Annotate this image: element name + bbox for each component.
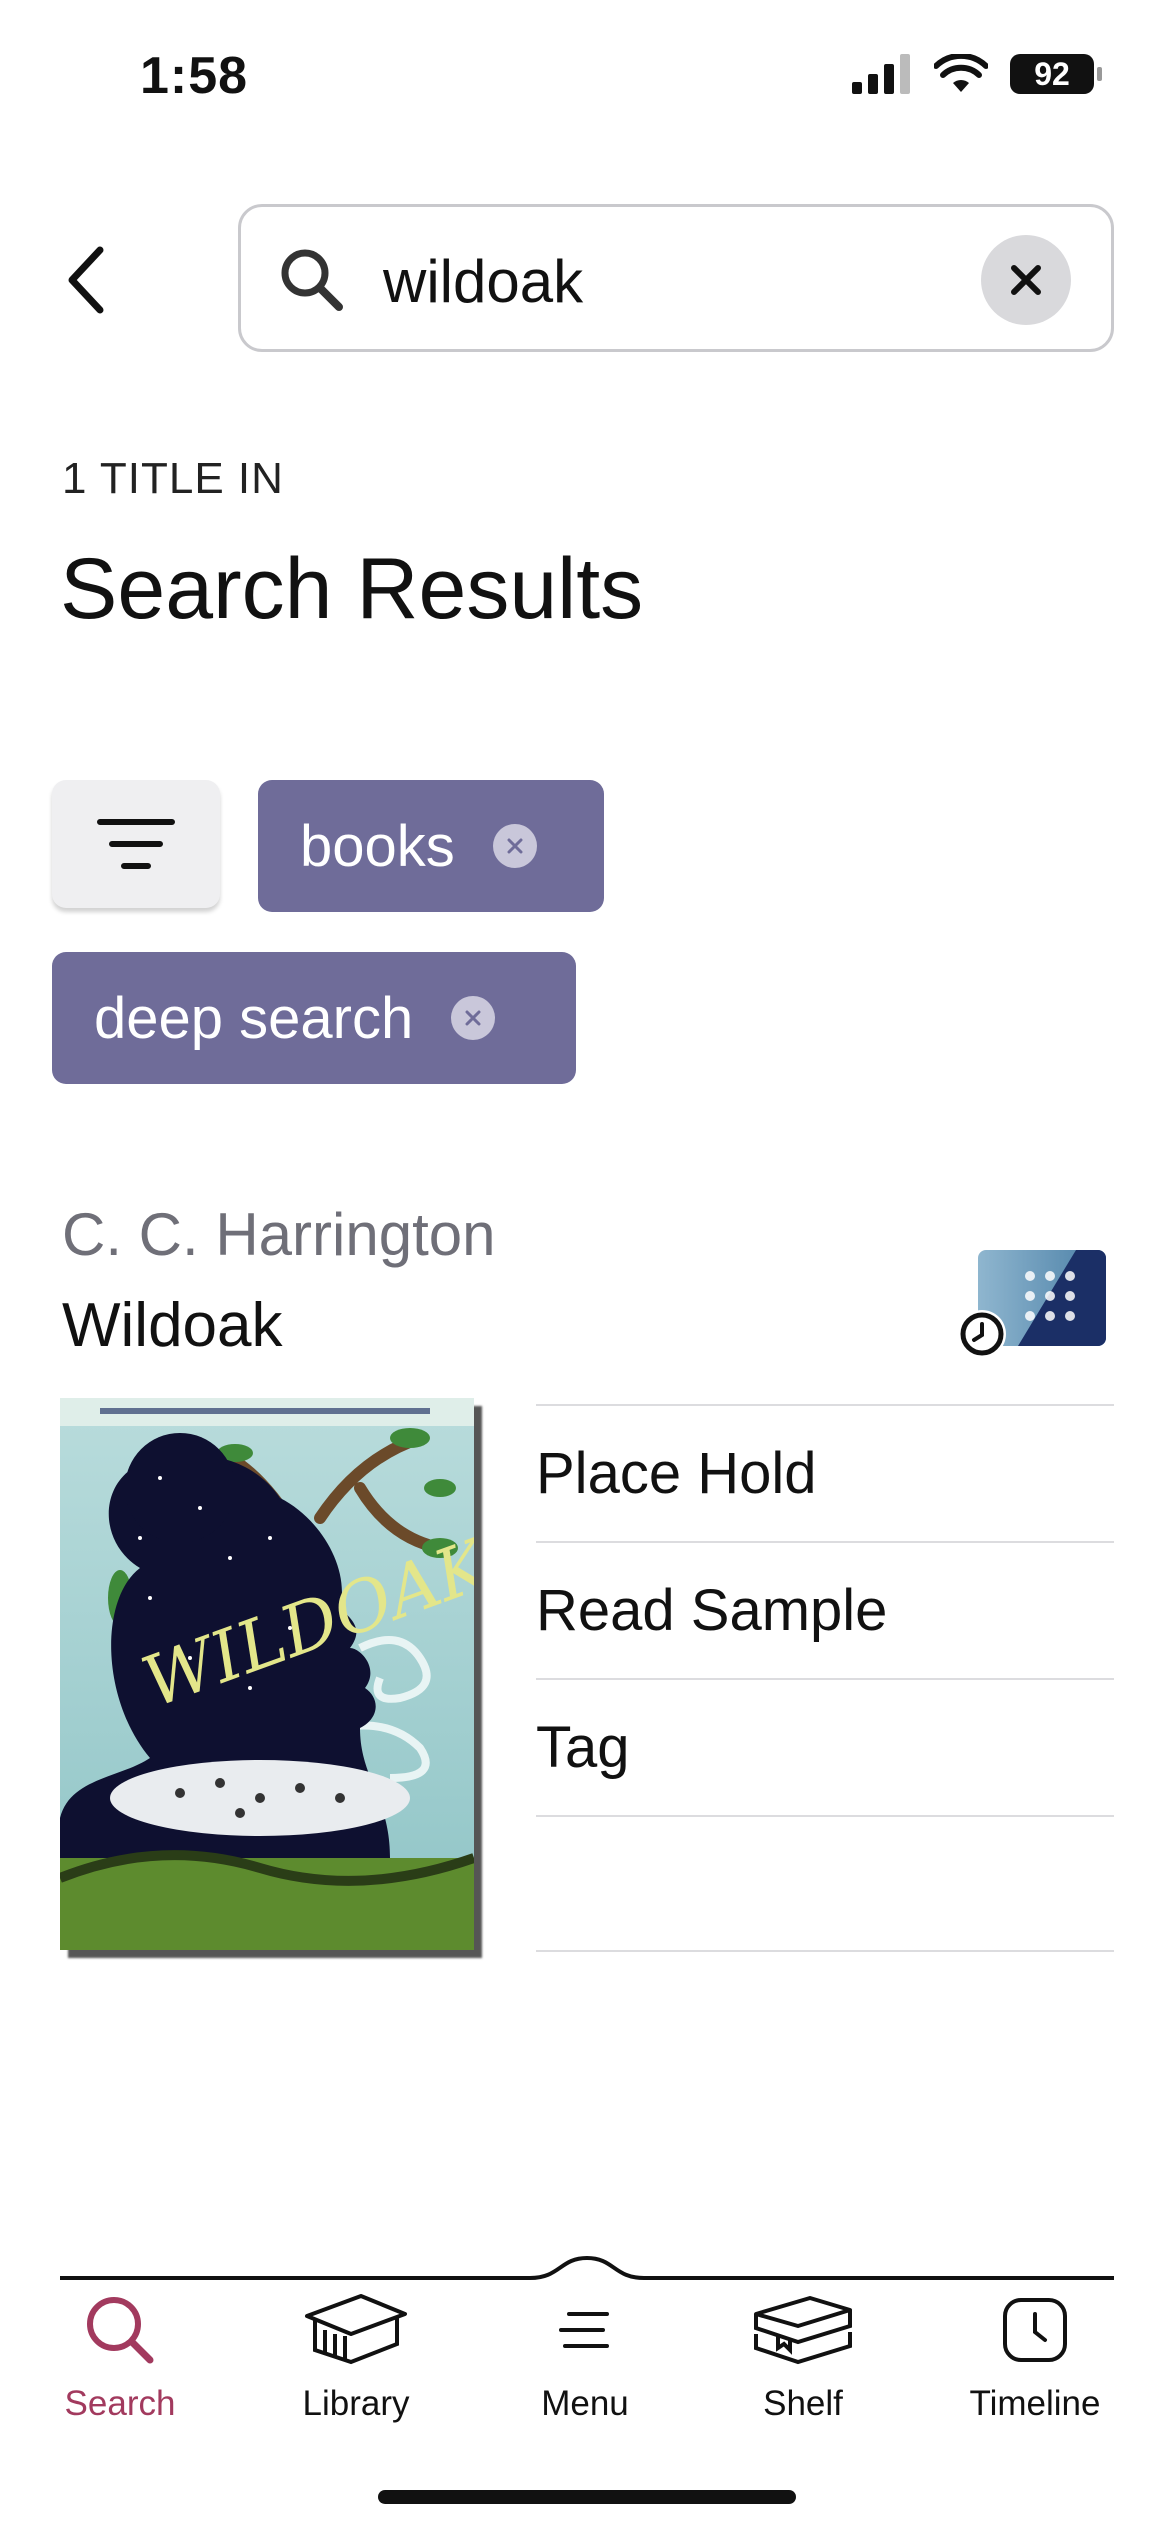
action-label: Place Hold <box>536 1441 817 1506</box>
action-label: Read Sample <box>536 1578 888 1643</box>
chevron-left-icon <box>68 246 104 314</box>
filter-button[interactable] <box>52 780 220 908</box>
home-indicator[interactable] <box>378 2490 796 2504</box>
result-count-label: 1 TITLE IN <box>62 454 284 503</box>
nav-label: Search <box>64 2384 176 2423</box>
clear-search-button[interactable] <box>981 235 1071 325</box>
wifi-icon <box>934 54 988 92</box>
search-icon <box>277 245 347 315</box>
nav-label: Timeline <box>969 2384 1101 2423</box>
search-icon <box>87 2297 154 2364</box>
filter-chip-deep-search[interactable]: deep search <box>52 952 576 1084</box>
book-title[interactable]: Wildoak <box>62 1290 283 1361</box>
battery-level: 92 <box>1034 55 1070 92</box>
book-author[interactable]: C. C. Harrington <box>62 1200 495 1269</box>
tag-button[interactable]: Tag <box>536 1678 1114 1815</box>
book-actions-list: Place Hold Read Sample Tag <box>536 1404 1114 1952</box>
filter-chip-books[interactable]: books <box>258 780 604 912</box>
battery-indicator: 92 <box>1010 54 1102 94</box>
nav-label: Library <box>302 2384 410 2423</box>
bottom-nav: Search Library Menu Shelf Timeline <box>0 2290 1170 2450</box>
nav-label: Shelf <box>763 2384 843 2423</box>
close-icon <box>1011 265 1041 295</box>
status-icons: 92 <box>852 54 1102 94</box>
place-hold-button[interactable]: Place Hold <box>536 1404 1114 1541</box>
clock-icon <box>1003 2298 1067 2362</box>
chip-label: books <box>300 813 455 879</box>
search-results-screen: 1:58 92 wildoak 1 TITLE IN Search Result… <box>0 0 1170 2532</box>
action-label: Tag <box>536 1715 630 1780</box>
read-sample-button[interactable]: Read Sample <box>536 1541 1114 1678</box>
book-cover-image[interactable]: WILDOAK <box>60 1398 474 1950</box>
nav-label: Menu <box>541 2384 629 2423</box>
ebook-format-icon <box>958 1250 1106 1358</box>
nav-search[interactable]: Search <box>20 2290 220 2424</box>
filter-icon <box>97 819 175 869</box>
search-field[interactable]: wildoak <box>238 204 1114 352</box>
remove-chip-icon[interactable] <box>492 824 537 868</box>
remove-chip-icon[interactable] <box>451 996 496 1040</box>
signal-icon <box>852 54 910 94</box>
nav-shelf[interactable]: Shelf <box>703 2290 903 2424</box>
chip-label: deep search <box>94 985 414 1051</box>
library-icon <box>305 2294 407 2365</box>
shelf-icon <box>754 2296 852 2365</box>
nav-timeline[interactable]: Timeline <box>935 2290 1135 2424</box>
nav-menu[interactable]: Menu <box>485 2290 685 2424</box>
search-input[interactable]: wildoak <box>383 247 583 316</box>
status-time: 1:58 <box>140 47 249 105</box>
back-button[interactable] <box>56 240 116 320</box>
empty-action-row <box>536 1815 1114 1952</box>
nav-library[interactable]: Library <box>256 2290 456 2424</box>
menu-icon <box>559 2312 609 2348</box>
page-title: Search Results <box>60 541 644 637</box>
